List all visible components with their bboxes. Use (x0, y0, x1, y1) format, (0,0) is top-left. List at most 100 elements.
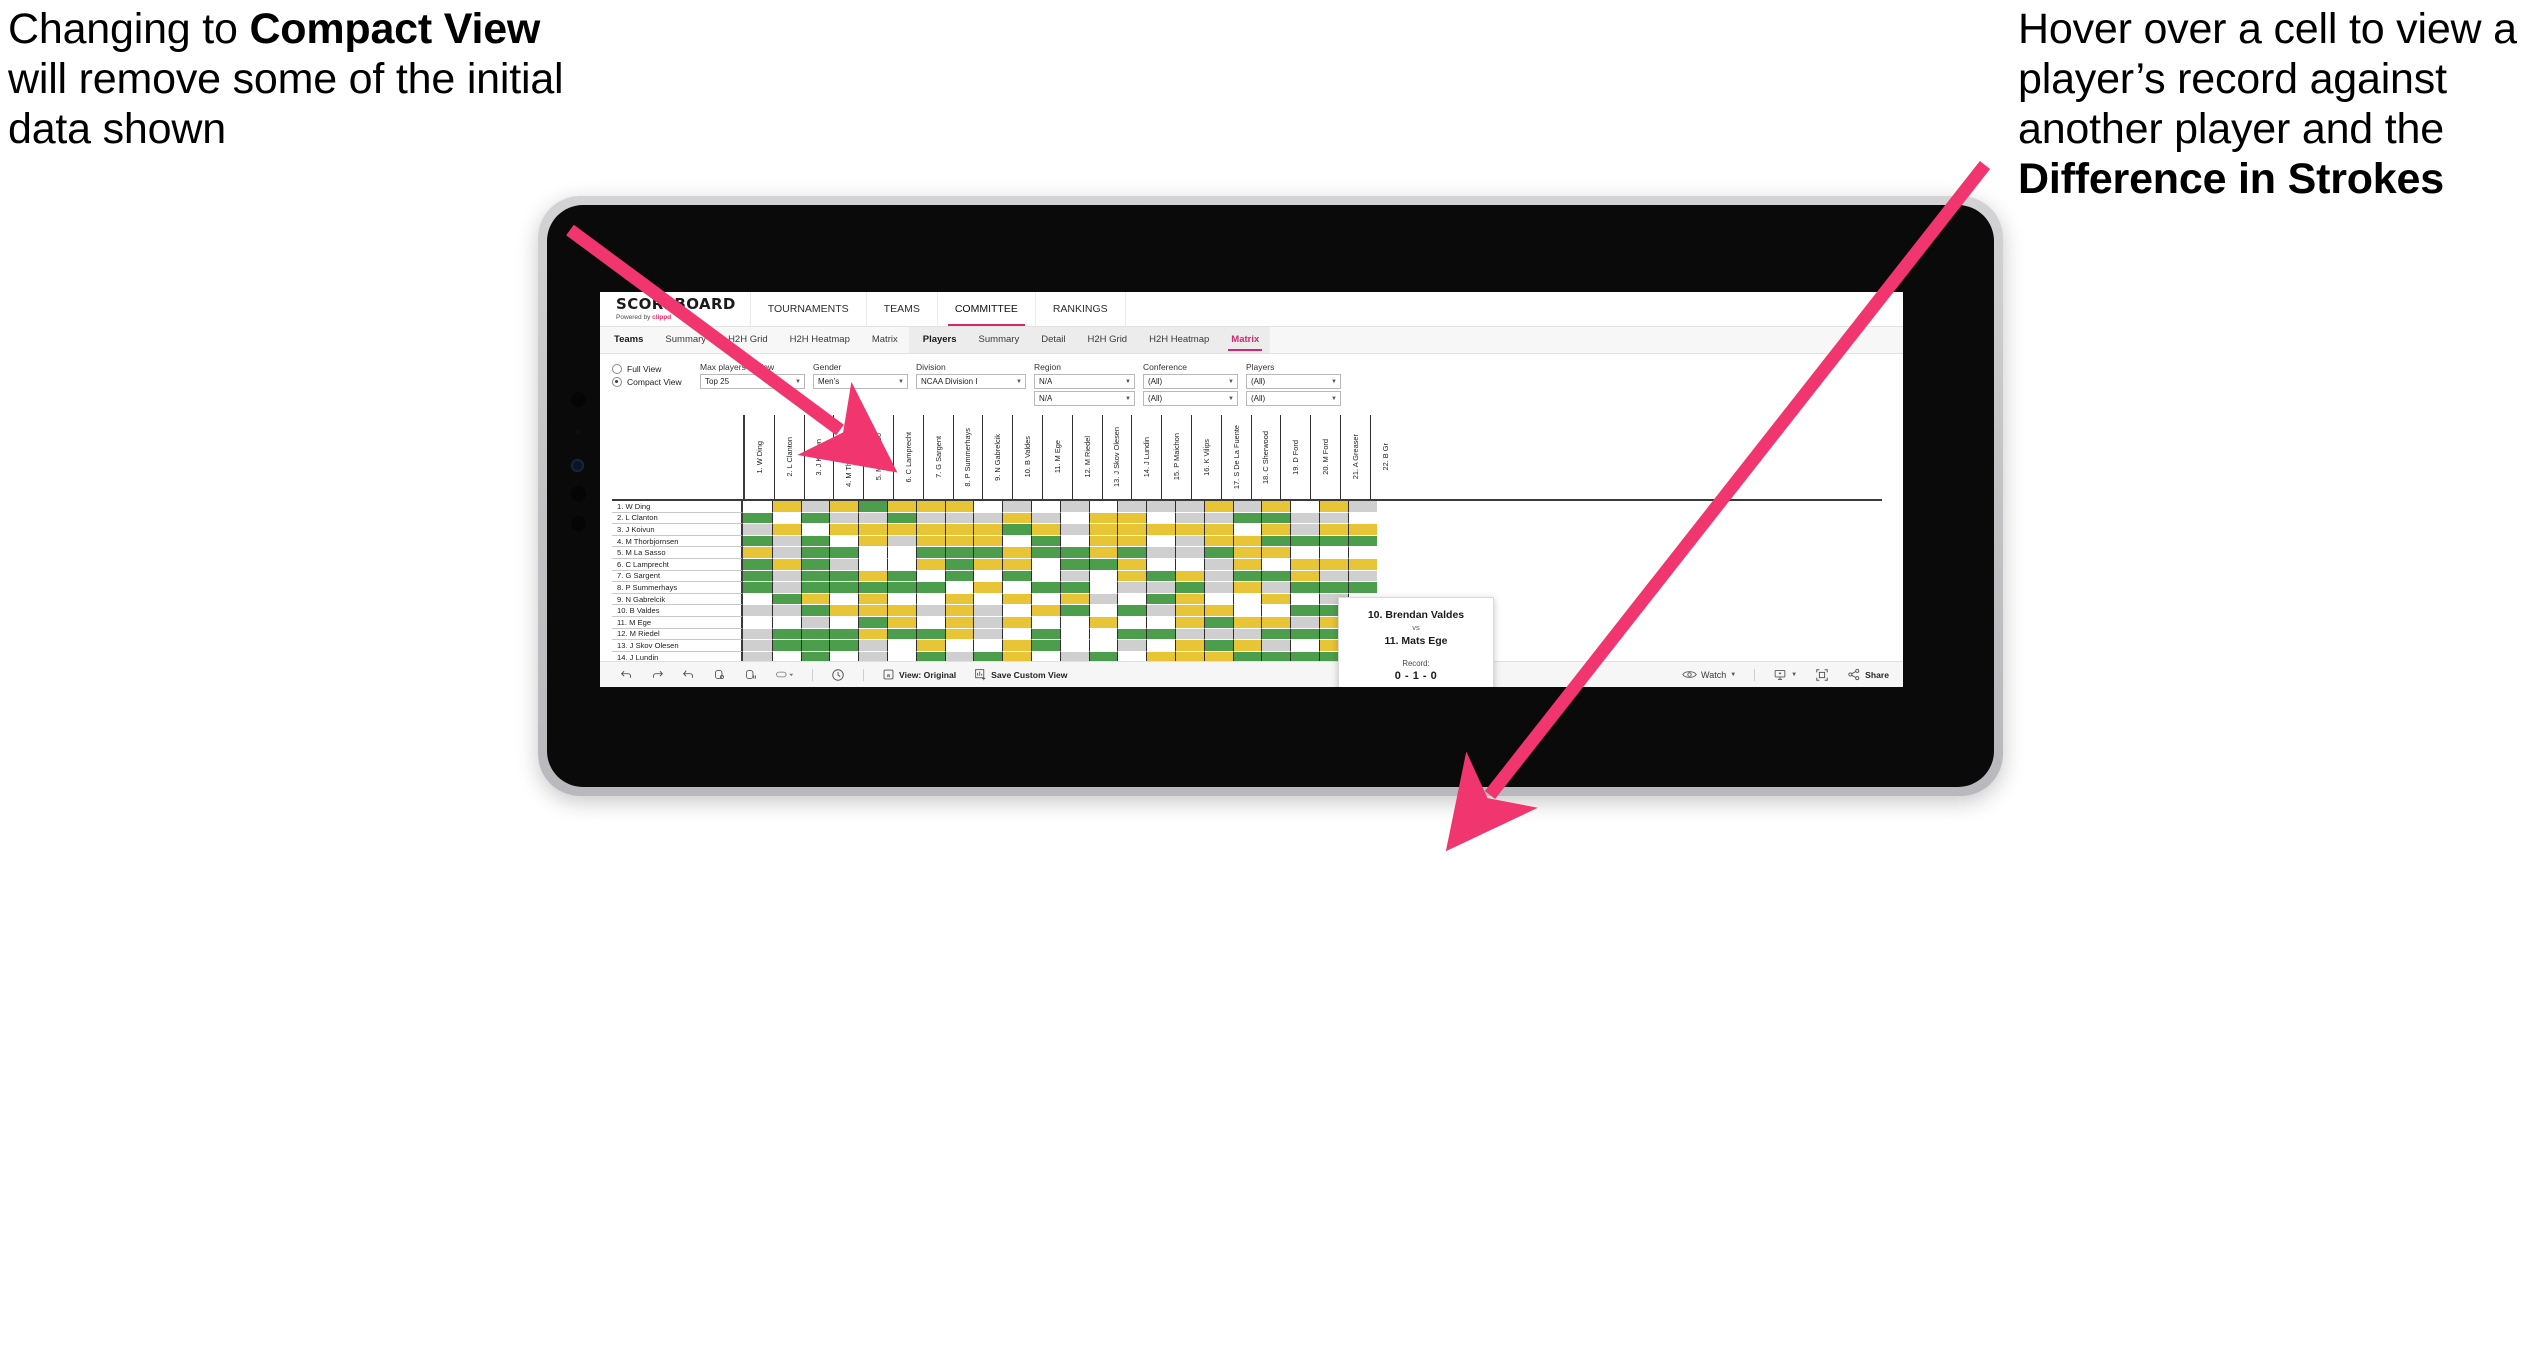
matrix-col-header[interactable]: 13. J Skov Olesen (1101, 415, 1132, 499)
brand-logo[interactable]: SCOREBOARD Powered by clippd (600, 292, 751, 326)
matrix-cell[interactable] (1347, 547, 1377, 559)
matrix-cell[interactable] (829, 570, 859, 583)
matrix-cell[interactable] (973, 535, 1003, 548)
matrix-cell[interactable] (944, 512, 974, 525)
matrix-cell[interactable] (1146, 547, 1175, 559)
matrix-cell[interactable] (1059, 512, 1089, 525)
matrix-cell[interactable] (1030, 535, 1060, 548)
matrix-cell[interactable] (1290, 582, 1319, 594)
matrix-cell[interactable] (1174, 628, 1204, 641)
matrix-cell[interactable] (1261, 593, 1291, 606)
matrix-row-label[interactable]: 9. N Gabrelcik (612, 593, 743, 606)
matrix-col-header[interactable]: 22. B Gr (1369, 415, 1400, 499)
matrix-cell[interactable] (800, 570, 830, 583)
matrix-cell[interactable] (1174, 512, 1204, 525)
filter-conference-select-2[interactable]: (All) ▼ (1143, 391, 1238, 406)
matrix-col-header[interactable]: 2. L Clanton (773, 415, 804, 499)
matrix-cell[interactable] (886, 535, 916, 548)
matrix-cell[interactable] (1002, 501, 1031, 513)
subnav-item-summary[interactable]: Summary (968, 327, 1031, 353)
matrix-col-header[interactable]: 4. M Thorbjornsen (833, 415, 863, 499)
matrix-row-label[interactable]: 1. W Ding (612, 501, 743, 513)
matrix-row-label[interactable]: 2. L Clanton (612, 512, 743, 525)
matrix-cell[interactable] (886, 605, 916, 617)
matrix-cell[interactable] (915, 524, 945, 536)
matrix-cell[interactable] (1002, 616, 1031, 629)
matrix-cell[interactable] (1002, 605, 1031, 617)
matrix-cell[interactable] (915, 616, 945, 629)
matrix-cell[interactable] (800, 547, 830, 559)
matrix-cell[interactable] (1318, 558, 1348, 571)
matrix-cell[interactable] (858, 501, 887, 513)
matrix-col-header[interactable]: 15. P Maichon (1161, 415, 1191, 499)
filter-players-select[interactable]: (All) ▼ (1246, 374, 1341, 389)
matrix-cell[interactable] (1261, 628, 1291, 641)
matrix-cell[interactable] (973, 547, 1003, 559)
matrix-cell[interactable] (858, 558, 887, 571)
matrix-cell[interactable] (1059, 582, 1089, 594)
matrix-cell[interactable] (1232, 501, 1262, 513)
matrix-cell[interactable] (1232, 640, 1262, 652)
matrix-cell[interactable] (1002, 628, 1031, 641)
matrix-cell[interactable] (1261, 501, 1291, 513)
subnav-item-players[interactable]: Players (909, 327, 968, 353)
matrix-cell[interactable] (1174, 535, 1204, 548)
matrix-cell[interactable] (1290, 640, 1319, 652)
matrix-cell[interactable] (1002, 547, 1031, 559)
matrix-cell[interactable] (771, 616, 801, 629)
matrix-cell[interactable] (771, 547, 801, 559)
matrix-row-label[interactable]: 11. M Ege (612, 616, 743, 629)
matrix-col-header[interactable]: 5. M La Sasso (863, 415, 893, 499)
matrix-cell[interactable] (1203, 535, 1233, 548)
matrix-cell[interactable] (829, 616, 859, 629)
matrix-col-header[interactable]: 12. M Riedel (1071, 415, 1102, 499)
matrix-cell[interactable] (1290, 558, 1319, 571)
subnav-item-detail[interactable]: Detail (1030, 327, 1076, 353)
matrix-cell[interactable] (886, 570, 916, 583)
matrix-cell[interactable] (858, 547, 887, 559)
matrix-cell[interactable] (1203, 570, 1233, 583)
matrix-cell[interactable] (1174, 605, 1204, 617)
matrix-cell[interactable] (1232, 535, 1262, 548)
matrix-row-label[interactable]: 13. J Skov Olesen (612, 640, 743, 652)
matrix-cell[interactable] (1203, 512, 1233, 525)
matrix-cell[interactable] (1002, 570, 1031, 583)
matrix-cell[interactable] (743, 535, 772, 548)
matrix-cell[interactable] (944, 547, 974, 559)
matrix-cell[interactable] (886, 558, 916, 571)
matrix-cell[interactable] (1347, 524, 1377, 536)
matrix-cell[interactable] (1088, 524, 1118, 536)
matrix-cell[interactable] (1347, 501, 1377, 513)
matrix-cell[interactable] (973, 570, 1003, 583)
matrix-cell[interactable] (1261, 512, 1291, 525)
matrix-cell[interactable] (1347, 570, 1377, 583)
matrix-cell[interactable] (771, 605, 801, 617)
subnav-item-summary[interactable]: Summary (654, 327, 717, 353)
subnav-item-matrix[interactable]: Matrix (1220, 327, 1270, 353)
matrix-cell[interactable] (858, 640, 887, 652)
matrix-cell[interactable] (915, 547, 945, 559)
pause-button[interactable] (744, 668, 757, 681)
matrix-cell[interactable] (1088, 582, 1118, 594)
subnav-item-h2h-heatmap[interactable]: H2H Heatmap (1138, 327, 1220, 353)
matrix-cell[interactable] (1203, 640, 1233, 652)
matrix-cell[interactable] (858, 593, 887, 606)
matrix-cell[interactable] (1030, 582, 1060, 594)
matrix-cell[interactable] (858, 605, 887, 617)
matrix-cell[interactable] (1059, 524, 1089, 536)
subnav-item-matrix[interactable]: Matrix (861, 327, 909, 353)
matrix-cell[interactable] (1030, 616, 1060, 629)
matrix-cell[interactable] (886, 640, 916, 652)
device-preview-button[interactable]: ▼ (1773, 668, 1797, 681)
matrix-cell[interactable] (1290, 570, 1319, 583)
matrix-cell[interactable] (800, 582, 830, 594)
matrix-cell[interactable] (1059, 547, 1089, 559)
matrix-cell[interactable] (1117, 582, 1147, 594)
filter-division-select[interactable]: NCAA Division I ▼ (916, 374, 1026, 389)
matrix-cell[interactable] (1088, 512, 1118, 525)
matrix-cell[interactable] (886, 628, 916, 641)
matrix-cell[interactable] (743, 616, 772, 629)
matrix-cell[interactable] (1117, 628, 1147, 641)
matrix-cell[interactable] (1146, 570, 1175, 583)
matrix-col-header[interactable]: 14. J Lundin (1131, 415, 1161, 499)
